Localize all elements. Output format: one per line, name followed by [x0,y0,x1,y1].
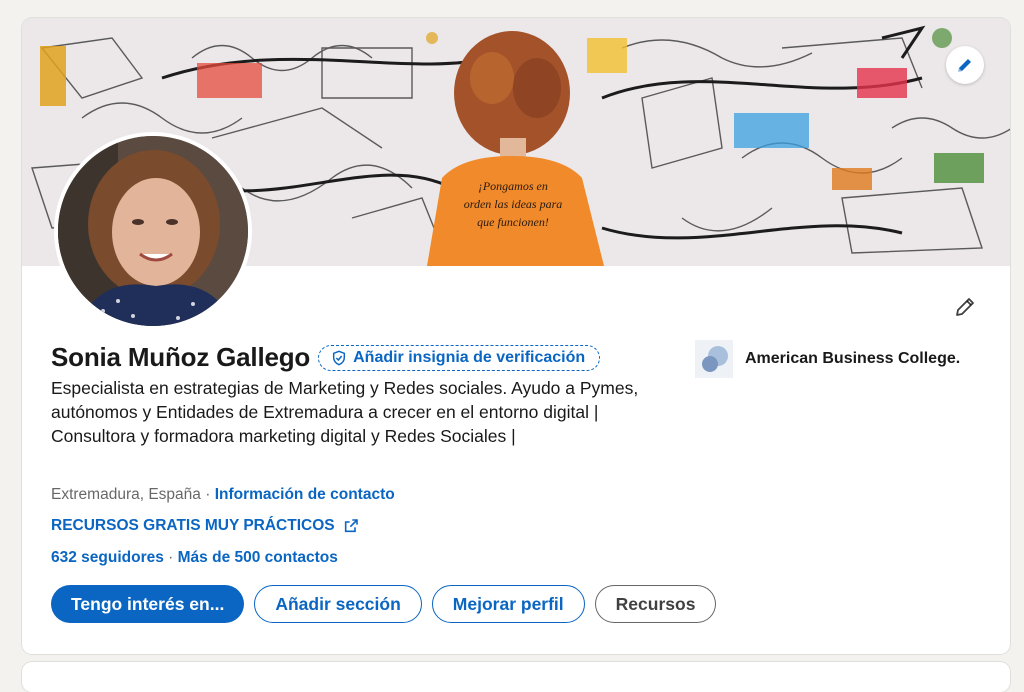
shirt-text-line1: ¡Pongamos en [478,179,548,193]
profile-headline: Especialista en estrategias de Marketing… [51,378,639,446]
profile-name: Sonia Muñoz Gallego [51,342,311,372]
company-name: American Business College. [745,350,961,367]
shirt-text-line3: que funcionen! [477,215,549,229]
add-section-button[interactable]: Añadir sección [254,585,422,623]
open-to-button[interactable]: Tengo interés en... [51,585,245,623]
profile-card: ¡Pongamos en orden las ideas para que fu… [22,18,1010,654]
followers-link[interactable]: 632 seguidores [51,549,164,566]
profile-avatar[interactable] [54,132,252,330]
shirt-text-line2: orden las ideas para [464,197,563,211]
resources-button[interactable]: Recursos [594,585,717,623]
connections-link[interactable]: Más de 500 contactos [178,549,338,566]
name-row: Sonia Muñoz Gallego Añadir insignia de v… [51,342,601,373]
free-resources-link[interactable]: RECURSOS GRATIS MUY PRÁCTICOS [51,517,359,535]
avatar-photo [58,136,248,326]
free-resources-label: RECURSOS GRATIS MUY PRÁCTICOS [51,517,335,534]
stats-separator: · [163,549,178,566]
external-link-icon [344,519,358,533]
enhance-profile-button[interactable]: Mejorar perfil [431,585,585,623]
network-stats: 632 seguidores · Más de 500 contactos [51,549,338,567]
add-verification-badge-button[interactable]: Añadir insignia de verificación [318,344,601,371]
verify-badge-label: Añadir insignia de verificación [353,348,586,366]
profile-actions: Tengo interés en... Añadir sección Mejor… [51,585,717,623]
shield-check-icon [333,350,346,365]
contact-info-link[interactable]: Información de contacto [215,486,395,503]
edit-intro-button[interactable] [950,292,980,322]
location-row: Extremadura, España · Información de con… [51,486,395,504]
edit-banner-button[interactable] [946,46,984,84]
pencil-icon [956,298,974,316]
location-separator: · [200,486,215,503]
pencil-icon [958,59,971,72]
company-logo-icon [702,346,728,372]
current-company[interactable]: American Business College. [695,340,960,378]
profile-location: Extremadura, España [51,486,201,503]
company-logo [695,340,733,378]
